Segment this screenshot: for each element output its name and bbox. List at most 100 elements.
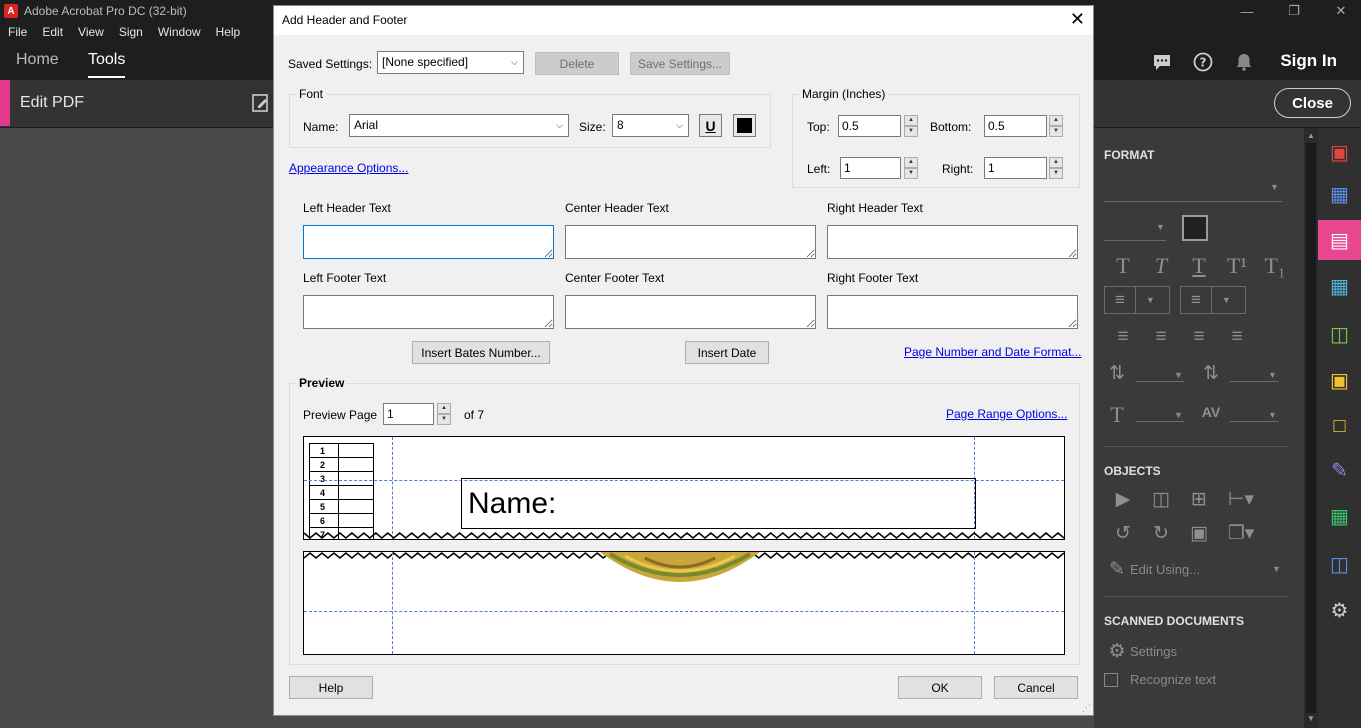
flip-vertical-icon[interactable]: ▶ — [1104, 488, 1142, 511]
font-size-dropdown[interactable] — [1104, 240, 1166, 241]
bottom-margin-spinner[interactable]: ▲ ▼ — [1049, 115, 1063, 137]
paragraph-spacing-dropdown[interactable] — [1230, 381, 1278, 382]
center-footer-textbox[interactable] — [565, 295, 816, 329]
crop-icon[interactable]: ⊞ — [1180, 488, 1218, 511]
scroll-up-icon[interactable]: ▲ — [1304, 131, 1318, 140]
left-margin-input[interactable]: 1 — [840, 157, 901, 179]
insert-bates-number-button[interactable]: Insert Bates Number... — [412, 341, 550, 364]
comment-icon[interactable] — [1152, 52, 1172, 72]
arrange-icon[interactable]: ❐▾ — [1218, 522, 1264, 545]
text-italic-icon[interactable]: T — [1142, 253, 1180, 279]
align-center-icon[interactable]: ≡ — [1142, 326, 1180, 348]
right-margin-spinner[interactable]: ▲ ▼ — [1049, 157, 1063, 179]
horizontal-scale-dropdown[interactable] — [1136, 421, 1184, 422]
align-right-icon[interactable]: ≡ — [1180, 326, 1218, 348]
align-objects-icon[interactable]: ⊢▾ — [1218, 488, 1264, 511]
preview-page-spinner[interactable]: ▲ ▼ — [437, 403, 451, 425]
create-pdf-icon[interactable]: ▣ — [1318, 132, 1361, 172]
scan-settings-row[interactable]: ⚙ Settings — [1104, 640, 1177, 663]
underline-button[interactable]: U — [699, 114, 722, 137]
margin-guide — [974, 552, 975, 654]
menu-help[interactable]: Help — [216, 25, 241, 39]
maximize-icon[interactable]: ❐ — [1271, 0, 1317, 22]
menu-view[interactable]: View — [78, 25, 104, 39]
help-icon[interactable]: ? — [1193, 52, 1213, 72]
bottom-margin-input[interactable]: 0.5 — [984, 115, 1047, 137]
font-color-button[interactable] — [733, 114, 756, 137]
resize-grip-icon[interactable]: ⋰ — [1082, 703, 1091, 714]
minimize-icon[interactable]: — — [1224, 0, 1270, 22]
save-settings-button[interactable]: Save Settings... — [630, 52, 730, 75]
character-spacing-icon[interactable]: AV — [1198, 404, 1224, 420]
tab-home[interactable]: Home — [16, 51, 59, 69]
scrollbar-thumb[interactable] — [1306, 143, 1316, 713]
paragraph-spacing-icon[interactable]: ⇅ — [1198, 362, 1224, 385]
help-button[interactable]: Help — [289, 676, 373, 699]
character-spacing-dropdown[interactable] — [1230, 421, 1278, 422]
edit-pdf-icon[interactable] — [250, 92, 272, 114]
flip-horizontal-icon[interactable]: ◫ — [1142, 488, 1180, 511]
cancel-button[interactable]: Cancel — [994, 676, 1078, 699]
menu-sign[interactable]: Sign — [119, 25, 143, 39]
insert-date-button[interactable]: Insert Date — [685, 341, 769, 364]
organize-pages-icon[interactable]: ◫ — [1318, 314, 1361, 354]
preview-page-input[interactable]: 1 — [383, 403, 434, 425]
line-spacing-dropdown[interactable] — [1136, 381, 1184, 382]
right-margin-input[interactable]: 1 — [984, 157, 1047, 179]
horizontal-scale-icon[interactable]: T — [1104, 402, 1130, 428]
top-margin-spinner[interactable]: ▲ ▼ — [904, 115, 918, 137]
line-spacing-icon[interactable]: ⇅ — [1104, 362, 1130, 385]
replace-image-icon[interactable]: ▣ — [1180, 522, 1218, 545]
font-dropdown[interactable] — [1104, 201, 1282, 202]
print-production-icon[interactable]: ▦ — [1318, 496, 1361, 536]
bullet-list-button[interactable]: ≡ ▼ — [1104, 286, 1170, 314]
panel-scrollbar[interactable]: ▲ ▼ — [1304, 128, 1318, 728]
text-underline-icon[interactable]: T — [1180, 253, 1218, 279]
ok-button[interactable]: OK — [898, 676, 982, 699]
saved-settings-dropdown[interactable]: [None specified] ⌵ — [377, 51, 524, 74]
text-color-swatch[interactable] — [1182, 215, 1208, 241]
top-margin-input[interactable]: 0.5 — [838, 115, 901, 137]
export-pdf-icon[interactable]: ▦ — [1318, 174, 1361, 214]
menu-edit[interactable]: Edit — [42, 25, 63, 39]
menu-window[interactable]: Window — [158, 25, 201, 39]
font-size-dropdown[interactable]: 8 ⌵ — [612, 114, 689, 137]
left-footer-textbox[interactable] — [303, 295, 554, 329]
rotate-left-icon[interactable]: ↺ — [1104, 522, 1142, 545]
edit-using-row[interactable]: ✎ Edit Using... — [1104, 558, 1200, 581]
comment-rail-icon[interactable]: □ — [1318, 406, 1361, 446]
subscript-icon[interactable]: T₁ — [1256, 253, 1294, 279]
more-tools-icon[interactable]: ⚙ — [1318, 590, 1361, 630]
text-plain-icon[interactable]: T — [1104, 253, 1142, 279]
align-justify-icon[interactable]: ≡ — [1218, 326, 1256, 348]
tab-tools[interactable]: Tools — [88, 51, 126, 78]
left-margin-spinner[interactable]: ▲ ▼ — [904, 157, 918, 179]
protect-icon[interactable]: ◫ — [1318, 544, 1361, 584]
menu-file[interactable]: File — [8, 25, 27, 39]
close-tool-button[interactable]: Close — [1274, 88, 1351, 118]
close-window-icon[interactable]: ✕ — [1318, 0, 1361, 22]
send-for-review-icon[interactable]: ▣ — [1318, 360, 1361, 400]
align-left-icon[interactable]: ≡ — [1104, 326, 1142, 348]
bell-icon[interactable] — [1234, 52, 1254, 72]
page-range-options-link[interactable]: Page Range Options... — [946, 407, 1067, 421]
fill-sign-icon[interactable]: ✎ — [1318, 450, 1361, 490]
font-name-dropdown[interactable]: Arial ⌵ — [349, 114, 569, 137]
right-footer-textbox[interactable] — [827, 295, 1078, 329]
left-header-textbox[interactable] — [303, 225, 554, 259]
dialog-close-icon[interactable]: ✕ — [1070, 9, 1085, 30]
center-header-textbox[interactable] — [565, 225, 816, 259]
sign-in-link[interactable]: Sign In — [1280, 51, 1337, 71]
scroll-down-icon[interactable]: ▼ — [1304, 714, 1318, 723]
appearance-options-link[interactable]: Appearance Options... — [289, 161, 408, 175]
delete-settings-button[interactable]: Delete — [535, 52, 619, 75]
page-number-date-format-link[interactable]: Page Number and Date Format... — [904, 345, 1081, 359]
recognize-text-row[interactable]: Recognize text — [1104, 672, 1216, 687]
superscript-icon[interactable]: T¹ — [1218, 253, 1256, 279]
numbered-list-button[interactable]: ≡ ▼ — [1180, 286, 1246, 314]
edit-pdf-rail-icon[interactable]: ▤ — [1318, 220, 1361, 260]
rotate-right-icon[interactable]: ↻ — [1142, 522, 1180, 545]
recognize-text-checkbox[interactable] — [1104, 672, 1118, 687]
combine-files-icon[interactable]: ▦ — [1318, 266, 1361, 306]
right-header-textbox[interactable] — [827, 225, 1078, 259]
